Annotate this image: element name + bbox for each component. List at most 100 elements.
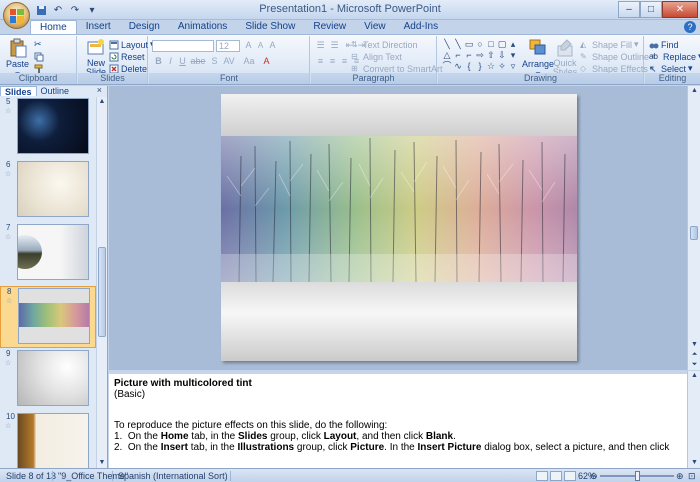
cut-icon[interactable]: ✂: [34, 39, 42, 50]
tinted-picture[interactable]: [221, 136, 577, 282]
change-case-button[interactable]: Aa: [241, 56, 257, 67]
font-color-button[interactable]: A: [261, 56, 272, 67]
elbow-shape-icon[interactable]: ⌐: [453, 50, 463, 60]
scroll-thumb[interactable]: [690, 226, 698, 240]
underline-button[interactable]: U: [177, 56, 188, 67]
close-button[interactable]: ✕: [662, 1, 698, 18]
triangle-shape-icon[interactable]: △: [442, 50, 452, 60]
oval-shape-icon[interactable]: ○: [475, 39, 485, 49]
font-size-combo[interactable]: 12: [216, 40, 240, 52]
minimize-button[interactable]: –: [618, 1, 640, 18]
slides-panel-scrollbar[interactable]: ▲ ▼: [96, 97, 107, 468]
grow-font-button[interactable]: A: [243, 40, 254, 51]
normal-view-button[interactable]: [536, 471, 548, 481]
more-shapes-icon[interactable]: ▴: [508, 39, 518, 49]
maximize-button[interactable]: □: [640, 1, 662, 18]
rectangle-shape-icon[interactable]: ▭: [464, 39, 474, 49]
align-left-icon[interactable]: ≡: [315, 56, 326, 67]
next-slide-icon[interactable]: ⏷: [689, 360, 700, 370]
notes-pane[interactable]: Picture with multicolored tint (Basic) T…: [109, 371, 687, 468]
slide-thumbnail[interactable]: 10 ☆: [0, 412, 96, 468]
scroll-thumb[interactable]: [98, 247, 106, 337]
font-name-combo[interactable]: [152, 40, 214, 52]
replace-button[interactable]: ab Replace▾: [649, 51, 700, 62]
text-direction-button[interactable]: ⇅ Text Direction: [351, 39, 418, 50]
tab-animations[interactable]: Animations: [169, 20, 236, 34]
italic-button[interactable]: I: [165, 56, 176, 67]
slide-show-view-button[interactable]: [564, 471, 576, 481]
slide-thumbnail-selected[interactable]: 8 ☆: [0, 286, 96, 348]
bracket-shape-icon[interactable]: }: [475, 61, 485, 71]
rounded-rect-shape-icon[interactable]: ▢: [497, 39, 507, 49]
tab-insert[interactable]: Insert: [77, 20, 120, 34]
curve-shape-icon[interactable]: ⌒: [442, 61, 452, 71]
up-arrow-shape-icon[interactable]: ⇧: [486, 50, 496, 60]
down-arrow-shape-icon[interactable]: ⇩: [497, 50, 507, 60]
bold-button[interactable]: B: [153, 56, 164, 67]
tab-view[interactable]: View: [355, 20, 395, 34]
clear-formatting-button[interactable]: A: [267, 40, 278, 51]
previous-slide-icon[interactable]: ⏶: [689, 350, 700, 360]
find-button[interactable]: Find: [649, 39, 679, 50]
scroll-up-icon[interactable]: ▲: [689, 371, 700, 381]
slide-thumbnail[interactable]: 5 ☆: [0, 97, 96, 159]
align-text-button[interactable]: ⊟ Align Text: [351, 51, 402, 62]
scroll-up-icon[interactable]: ▲: [689, 86, 700, 96]
tab-outline[interactable]: Outline: [37, 86, 74, 96]
layout-button[interactable]: Layout▾: [109, 39, 155, 50]
zoom-in-icon[interactable]: ⊕: [676, 471, 684, 482]
tab-design[interactable]: Design: [120, 20, 169, 34]
bracket-shape-icon[interactable]: {: [464, 61, 474, 71]
right-arrow-shape-icon[interactable]: ⇨: [475, 50, 485, 60]
character-spacing-button[interactable]: AV: [221, 56, 237, 67]
more-shapes-icon[interactable]: ▾: [508, 50, 518, 60]
scroll-down-icon[interactable]: ▼: [689, 458, 700, 468]
close-panel-icon[interactable]: ×: [97, 85, 102, 95]
help-icon[interactable]: ?: [684, 21, 696, 33]
zoom-out-icon[interactable]: ⊖: [590, 471, 598, 482]
slide-thumbnail[interactable]: 9 ☆: [0, 349, 96, 411]
freeform-shape-icon[interactable]: ∿: [453, 61, 463, 71]
shape-fill-button[interactable]: ◭ Shape Fill ▾: [580, 39, 639, 50]
office-button[interactable]: [3, 2, 30, 29]
zoom-slider-knob[interactable]: [634, 471, 640, 481]
align-center-icon[interactable]: ≡: [327, 56, 338, 67]
tab-home[interactable]: Home: [30, 20, 77, 34]
reset-button[interactable]: Reset: [109, 51, 145, 62]
line-shape-icon[interactable]: ╲: [442, 39, 452, 49]
quick-styles-button[interactable]: Quick Styles: [552, 38, 578, 77]
slide-thumbnail[interactable]: 6 ☆: [0, 160, 96, 222]
notes-scrollbar[interactable]: ▲ ▼: [687, 371, 700, 468]
slide-scrollbar[interactable]: ▲ ▼ ⏶ ⏷: [687, 86, 700, 370]
language[interactable]: Spanish (International Sort): [118, 471, 228, 481]
notes-step: 2. On the Insert tab, in the Illustratio…: [114, 442, 670, 453]
star-shape-icon[interactable]: ☆: [486, 61, 496, 71]
copy-icon[interactable]: [34, 51, 44, 62]
scroll-down-icon[interactable]: ▼: [689, 340, 700, 350]
tab-add-ins[interactable]: Add-Ins: [395, 20, 447, 34]
rectangle-shape-icon[interactable]: □: [486, 39, 496, 49]
current-slide[interactable]: [221, 94, 577, 361]
gallery-expand-icon[interactable]: ▿: [508, 61, 518, 71]
group-editing: Find ab Replace▾ ↖ Select▾ Editing: [645, 36, 700, 84]
new-slide-button[interactable]: New Slide: [81, 38, 111, 77]
text-direction-icon: ⇅: [351, 39, 358, 49]
align-right-icon[interactable]: ≡: [339, 56, 350, 67]
strikethrough-button[interactable]: abe: [189, 56, 207, 67]
text-shadow-button[interactable]: S: [209, 56, 220, 67]
line-shape-icon[interactable]: ╲: [453, 39, 463, 49]
tab-slides[interactable]: Slides: [0, 86, 37, 97]
scroll-down-icon[interactable]: ▼: [97, 458, 107, 468]
bullets-icon[interactable]: ☰: [315, 40, 326, 51]
tab-review[interactable]: Review: [304, 20, 355, 34]
scroll-up-icon[interactable]: ▲: [97, 97, 107, 107]
more-shapes-icon[interactable]: ✧: [497, 61, 507, 71]
shapes-gallery[interactable]: ╲ ╲ ▭ ○ □ ▢ ▴ △ ⌐ ⌐ ⇨ ⇧ ⇩ ▾ ⌒ ∿ { } ☆ ✧ …: [442, 39, 515, 71]
slide-sorter-view-button[interactable]: [550, 471, 562, 481]
connector-shape-icon[interactable]: ⌐: [464, 50, 474, 60]
fit-to-window-icon[interactable]: ⊡: [688, 471, 696, 482]
numbering-icon[interactable]: ☰: [329, 40, 340, 51]
tab-slide-show[interactable]: Slide Show: [236, 20, 304, 34]
shrink-font-button[interactable]: A: [255, 40, 266, 51]
slide-thumbnail[interactable]: 7 ☆: [0, 223, 96, 285]
